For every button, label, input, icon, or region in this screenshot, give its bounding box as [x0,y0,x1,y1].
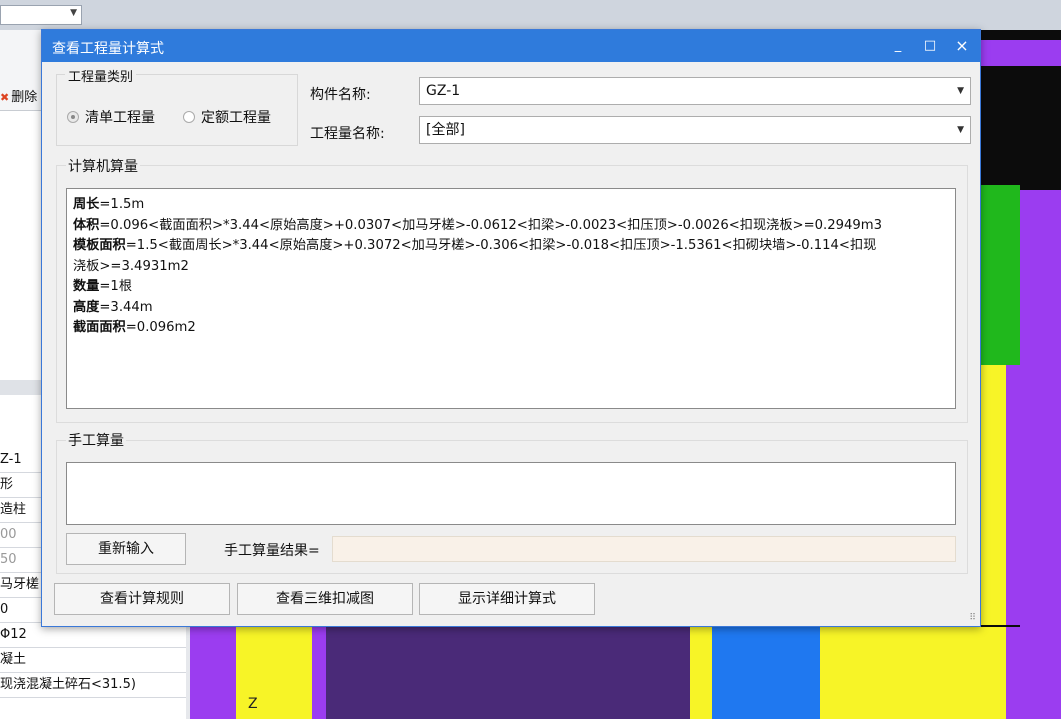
calc-line: 模板面积=1.5<截面周长>*3.44<原始高度>+0.3072<加马牙槎>-0… [73,238,877,253]
quantity-name-label: 工程量名称: [310,126,385,142]
radio-selected-icon [67,111,79,123]
component-name-label: 构件名称: [310,87,371,103]
computer-calc-title: 计算机算量 [66,156,140,176]
component-list [0,110,42,381]
manual-calc-textarea[interactable] [66,462,956,525]
property-row[interactable]: 现浇混凝土碎石<31.5) [0,673,190,698]
calculation-dialog: 查看工程量计算式 _ □ × 工程量类别 清单工程量 定额工程量 构件名称: G… [41,29,981,627]
property-row[interactable]: 凝土 [0,648,190,673]
component-name-select[interactable]: GZ-1 ▼ [419,77,971,105]
dialog-title: 查看工程量计算式 [52,41,164,57]
radio-bill-quantity[interactable]: 清单工程量 [67,107,155,127]
canvas-yellow-bottom-right [820,627,1006,719]
delete-label: 删除 [11,90,38,105]
chevron-down-icon: ▼ [70,8,77,18]
quantity-type-legend: 工程量类别 [65,66,137,85]
chevron-down-icon: ▼ [957,125,964,135]
calc-line: 截面面积=0.096m2 [73,320,196,335]
manual-result-label: 手工算量结果= [224,543,320,559]
manual-result-field[interactable] [332,536,956,562]
manual-calc-title: 手工算量 [66,430,126,450]
quantity-type-group: 工程量类别 清单工程量 定额工程量 [56,66,298,146]
dialog-title-bar[interactable]: 查看工程量计算式 _ □ × [42,30,980,62]
calc-line: 体积=0.096<截面面积>*3.44<原始高度>+0.0307<加马牙槎>-0… [73,217,882,233]
radio-unselected-icon [183,111,195,123]
canvas-purple-right [1006,365,1020,625]
reenter-button[interactable]: 重新输入 [66,533,186,565]
canvas-yellow-mid [690,627,712,719]
radio-label: 定额工程量 [201,110,271,126]
show-detail-button[interactable]: 显示详细计算式 [419,583,595,615]
toolbar-combobox[interactable]: ▼ [0,5,82,25]
calc-line: 周长=1.5m [73,197,145,212]
calc-line: 浇板>=3.4931m2 [73,258,189,274]
delete-icon: ✖ [0,91,10,104]
canvas-green-block [980,185,1020,365]
canvas-blue-block [712,627,820,719]
minimize-button[interactable]: _ [888,36,908,56]
panel-splitter[interactable] [0,380,42,396]
app-toolbar [0,0,1061,30]
calc-line: 高度=3.44m [73,299,153,315]
radio-label: 清单工程量 [85,110,155,126]
computer-calc-textarea[interactable]: 周长=1.5m 体积=0.096<截面面积>*3.44<原始高度>+0.0307… [66,188,956,409]
delete-button[interactable]: ✖ 删除 [0,86,42,108]
view-3d-button[interactable]: 查看三维扣减图 [237,583,413,615]
chevron-down-icon: ▼ [957,86,964,96]
resize-grip-icon[interactable]: ⠿ [969,613,976,623]
calc-line: 数量=1根 [73,279,133,294]
quantity-name-select[interactable]: [全部] ▼ [419,116,971,144]
canvas-purple-strip [312,627,326,719]
canvas-purple-bottom-left [190,627,236,719]
quantity-name-value: [全部] [426,122,465,138]
canvas-dark-purple [326,627,690,719]
canvas-yellow-right [980,365,1006,625]
view-rules-button[interactable]: 查看计算规则 [54,583,230,615]
canvas-purple-bottom-right [1006,627,1020,719]
close-button[interactable]: × [952,36,972,56]
canvas-purple-band-top [980,40,1061,66]
component-name-value: GZ-1 [426,83,461,99]
maximize-button[interactable]: □ [920,36,940,56]
canvas-axis-label: Z [248,696,258,712]
radio-quota-quantity[interactable]: 定额工程量 [183,107,271,127]
canvas-purple-edge [1020,190,1061,719]
